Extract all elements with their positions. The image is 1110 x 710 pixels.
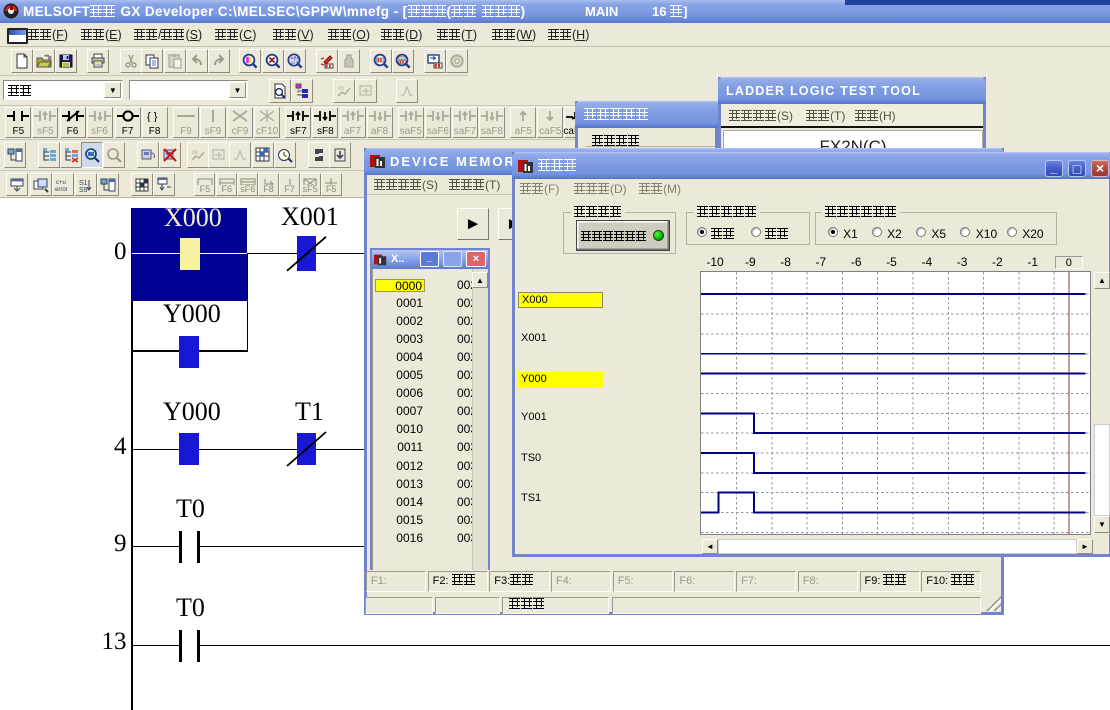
svg-text:S1: S1 bbox=[79, 180, 88, 187]
svg-text:xx: xx bbox=[338, 86, 344, 92]
svg-text:error: error bbox=[55, 187, 68, 193]
svg-text:123: 123 bbox=[290, 60, 298, 65]
svg-text:xx: xx bbox=[192, 150, 198, 156]
svg-text:c+u: c+u bbox=[56, 180, 66, 186]
svg-text:S9: S9 bbox=[79, 187, 88, 193]
svg-text:{ }: { } bbox=[147, 111, 158, 122]
